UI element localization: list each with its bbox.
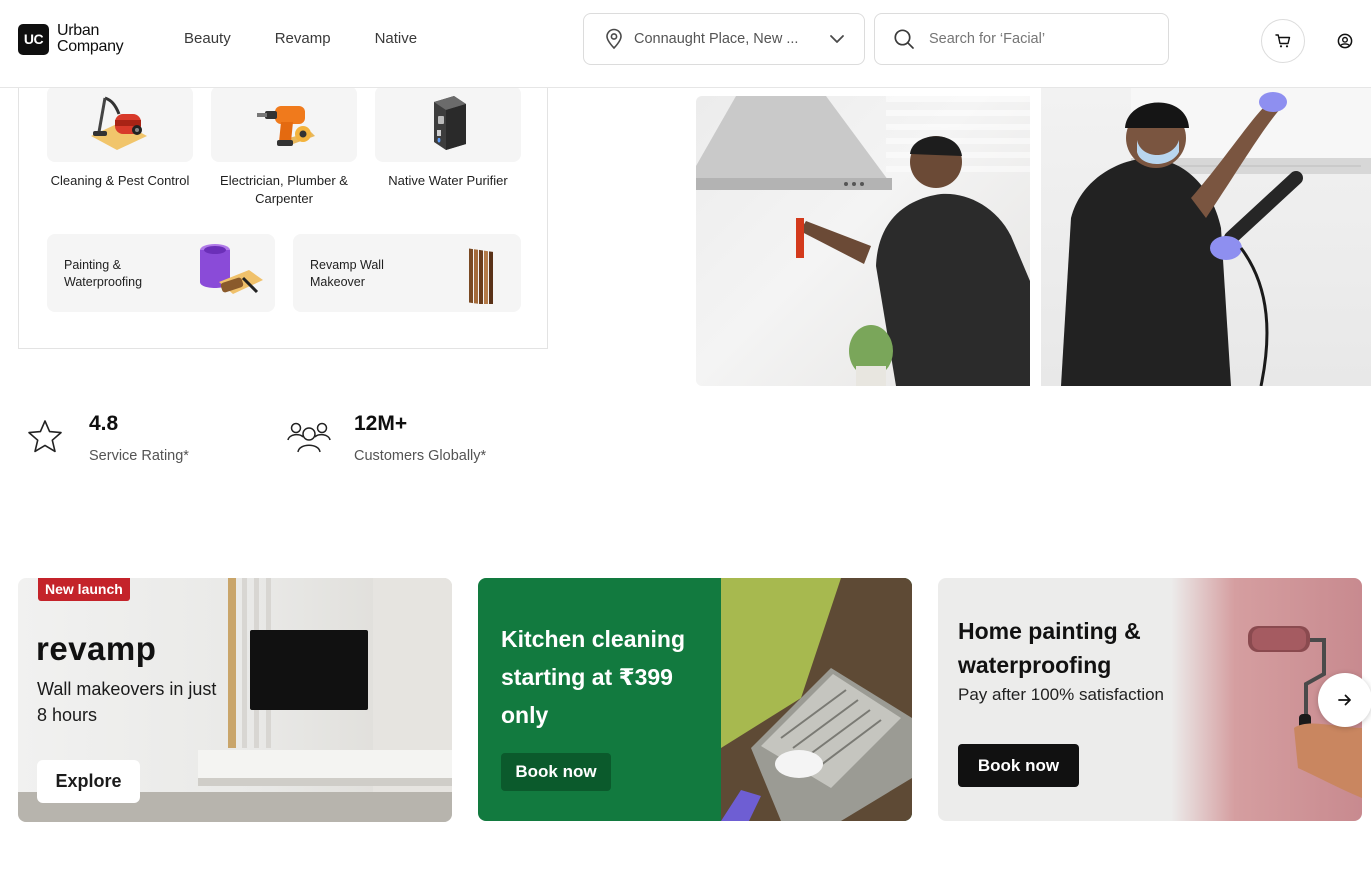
revamp-headline: Wall makeovers in just 8 hours [37,679,217,725]
service-categories-card: Cleaning & Pest Control Electrician, Plu… [18,60,548,349]
banner-kitchen-cleaning[interactable]: Kitchen cleaning starting at ₹399 only B… [478,578,912,821]
search-icon [894,29,914,49]
kitchen-book-now-button[interactable]: Book now [501,753,611,791]
profile-button[interactable] [1332,28,1358,54]
urban-company-logo[interactable]: UC Urban Company [18,22,124,55]
search-input[interactable] [929,31,1149,47]
category-label-revamp: Revamp Wall Makeover [310,258,384,289]
painting-subhead: Pay after 100% satisfaction [958,685,1165,704]
explore-button[interactable]: Explore [37,760,140,803]
painting-book-now-button[interactable]: Book now [958,744,1079,787]
star-icon [28,420,62,453]
category-label-water-purifier: Native Water Purifier [388,173,508,188]
category-label-cleaning: Cleaning & Pest Control [50,173,190,188]
hero-image-chimney-service [696,96,1030,386]
nav-revamp[interactable]: Revamp [275,30,331,47]
drill-icon [257,106,315,146]
logo-mark: UC [18,23,49,55]
rating-label: Service Rating* [89,448,189,464]
painting-headline: Home painting & waterproofing [958,618,1141,678]
nav-native[interactable]: Native [375,30,418,47]
category-tile-electrician[interactable] [211,86,357,162]
category-tile-cleaning[interactable] [47,86,193,162]
cart-button[interactable] [1261,19,1305,63]
location-value: Connaught Place, New ... [634,31,799,47]
carousel-next-button[interactable] [1318,673,1371,727]
customers-icon [287,422,331,453]
category-tile-water-purifier[interactable] [375,86,521,162]
logo-line-1: Urban [57,22,100,39]
location-selector[interactable]: Connaught Place, New ... [583,13,865,65]
search-bar[interactable] [874,13,1169,65]
main-nav: Beauty Revamp Native [184,30,417,47]
paint-bucket-icon [200,244,263,294]
revamp-brand: revamp [36,630,157,667]
nav-beauty[interactable]: Beauty [184,30,231,47]
customers-value: 12M+ [354,412,408,435]
cart-icon [1275,34,1291,48]
vacuum-cleaner-icon [91,96,147,150]
customers-label: Customers Globally* [354,448,487,464]
location-pin-icon [606,28,622,50]
new-launch-badge: New launch [38,578,130,601]
category-label-painting: Painting & Waterproofing [64,258,143,289]
top-header: UC Urban Company Beauty Revamp Native Co… [0,0,1371,88]
arrow-right-icon [1338,694,1351,706]
banner-home-painting[interactable]: Home painting & waterproofing Pay after … [938,578,1362,821]
stat-customers: 12M+ Customers Globally* [286,412,486,464]
banner-revamp[interactable]: New launch revamp Wall makeovers in just… [18,578,452,822]
kitchen-headline: Kitchen cleaning starting at ₹399 only [501,626,686,728]
wall-panel-icon [469,248,493,304]
logo-line-2: Company [57,38,124,55]
chevron-down-icon[interactable] [828,30,846,48]
hero-image-ac-service [1041,88,1371,386]
rating-value: 4.8 [89,412,119,435]
water-purifier-icon [434,96,466,150]
stat-service-rating: 4.8 Service Rating* [26,412,189,464]
category-tile-painting[interactable]: Painting & Waterproofing [47,234,275,312]
profile-icon [1337,33,1353,49]
category-tile-revamp[interactable]: Revamp Wall Makeover [293,234,521,312]
category-label-electrician: Electrician, Plumber & Carpenter [220,173,348,206]
